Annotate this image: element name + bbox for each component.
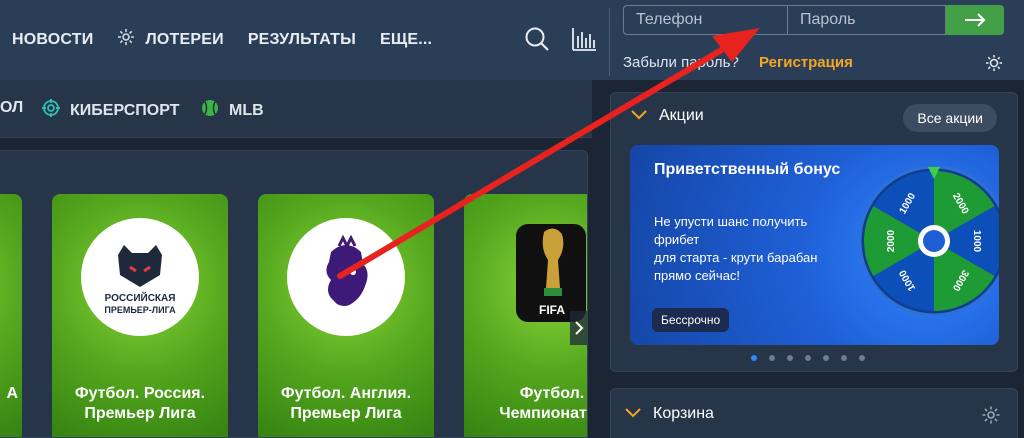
sport-tab-esports-label: КИБЕРСПОРТ [70,101,180,119]
register-link[interactable]: Регистрация [759,54,853,71]
esports-icon [42,99,60,122]
carousel-dot[interactable] [841,355,847,361]
statistics-icon[interactable] [571,26,597,52]
all-promotions-button[interactable]: Все акции [903,104,997,132]
search-icon[interactable] [524,26,550,52]
bet-slip-header[interactable]: Корзина [625,405,714,423]
password-input[interactable] [788,5,946,35]
nav-lotteries[interactable]: ЛОТЕРЕИ [117,28,224,51]
nav-results-label: РЕЗУЛЬТАТЫ [247,30,356,48]
svg-text:ПРЕМЬЕР-ЛИГА: ПРЕМЬЕР-ЛИГА [104,305,176,315]
banner-title: Приветственный бонус [654,161,841,178]
nav-more[interactable]: ЕЩЕ... [380,31,432,49]
sports-bar: ОЛ КИБЕРСПОРТ MLB [0,80,592,138]
svg-text:2000: 2000 [886,229,897,252]
forgot-password-link[interactable]: Забыли пароль? [623,54,739,71]
nav-news[interactable]: НОВОСТИ [12,31,93,49]
carousel-dots [751,355,865,361]
banner-text: Не упусти шанс получить фрибет для старт… [654,214,818,283]
sport-tab-mlb-label: MLB [229,101,264,119]
league-card-russia[interactable]: РОССИЙСКАЯ ПРЕМЬЕР-ЛИГА Футбол. Россия. … [52,194,228,437]
gear-icon[interactable] [981,405,1001,425]
theme-toggle-icon[interactable] [985,54,1003,72]
bonus-wheel: 2000 1000 3000 1000 2000 1000 [854,161,999,321]
svg-text:РОССИЙСКАЯ: РОССИЙСКАЯ [105,291,176,304]
league-card-england[interactable]: Футбол. Англия. Премьер Лига [258,194,434,437]
rpl-logo: РОССИЙСКАЯ ПРЕМЬЕР-ЛИГА [81,218,199,336]
nav-more-label: ЕЩЕ... [379,30,433,48]
top-header: НОВОСТИ ЛОТЕРЕИ РЕЗУЛЬТАТЫ ЕЩЕ... Забыли… [0,0,1024,80]
svg-text:1000: 1000 [971,230,982,253]
carousel-next-button[interactable] [570,311,587,345]
card-title: Футбол. Россия. Премьер Лига [74,385,206,422]
chevron-down-icon [625,405,641,423]
card-title: Футбол. Англия. Премьер Лига [280,385,412,422]
nav-lotteries-label: ЛОТЕРЕИ [145,30,224,48]
carousel-dot[interactable] [787,355,793,361]
sport-tab-partial[interactable]: ОЛ [0,99,23,117]
sport-tab-mlb[interactable]: MLB [201,99,264,122]
promo-banner[interactable]: Приветственный бонус Не упусти шанс полу… [630,145,999,345]
sport-tab-partial-label: ОЛ [0,99,24,116]
chevron-down-icon [631,107,647,125]
banner-duration-badge: Бессрочно [652,308,730,332]
carousel-dot[interactable] [859,355,865,361]
league-carousel: А РОССИЙСКАЯ ПРЕМЬЕР-ЛИГА Футбол. Россия… [0,150,588,438]
promotions-panel: Акции Все акции Приветственный бонус Не … [610,92,1018,372]
carousel-dot[interactable] [769,355,775,361]
promotions-header[interactable]: Акции [631,107,704,125]
promotions-title: Акции [659,107,704,124]
arrow-right-icon [965,13,986,27]
svg-text:FIFA: FIFA [539,303,565,317]
nav-results[interactable]: РЕЗУЛЬТАТЫ [248,31,356,49]
phone-input[interactable] [623,5,788,35]
chevron-right-icon [575,321,584,335]
card-title: А [6,385,18,402]
epl-lion-logo [287,218,405,336]
carousel-dot[interactable] [751,355,757,361]
main-nav: НОВОСТИ ЛОТЕРЕИ РЕЗУЛЬТАТЫ ЕЩЕ... [12,28,456,51]
bet-slip-panel: Корзина [610,388,1018,438]
carousel-dot[interactable] [805,355,811,361]
bet-slip-title: Корзина [653,405,714,422]
card-title: Футбол. Чемпионат М [499,385,587,422]
nav-news-label: НОВОСТИ [12,30,94,48]
league-card[interactable]: А [0,194,22,437]
carousel-dot[interactable] [823,355,829,361]
login-button[interactable] [946,5,1004,35]
login-form [623,5,1004,35]
baseball-icon [201,99,219,122]
header-divider [609,8,610,76]
lottery-icon [117,28,135,51]
sport-tab-esports[interactable]: КИБЕРСПОРТ [42,99,179,122]
